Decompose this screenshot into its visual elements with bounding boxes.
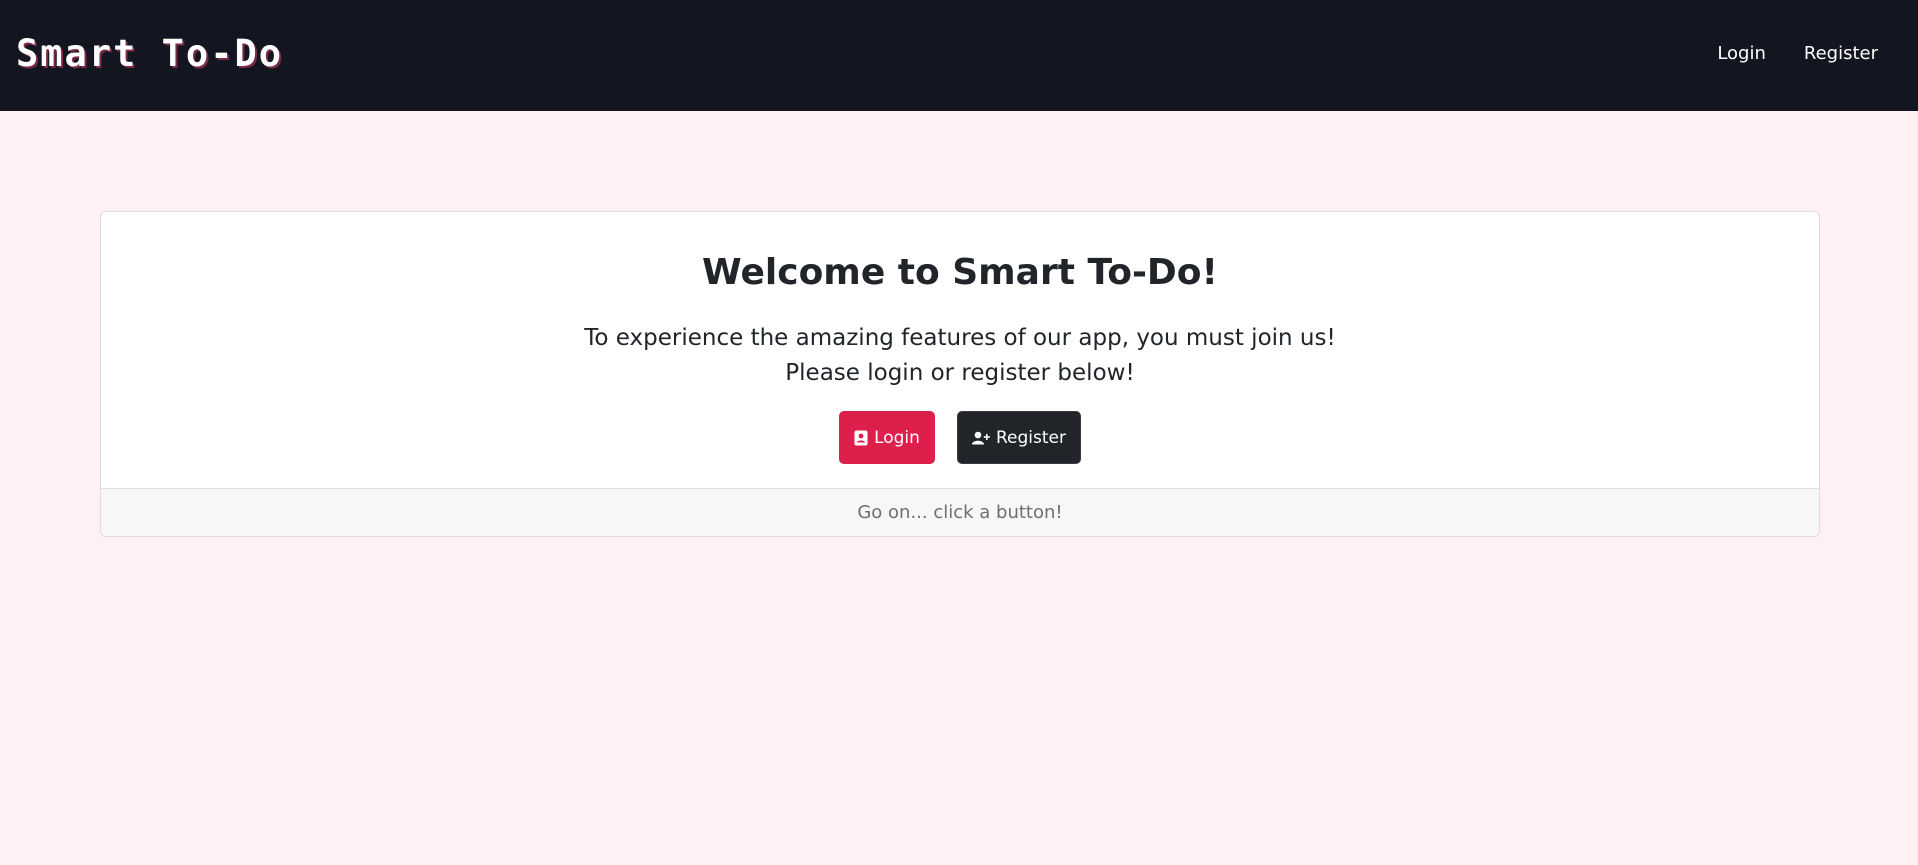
navbar: Smart To-Do Login Register <box>0 0 1918 111</box>
welcome-text-line2: Please login or register below! <box>785 360 1135 386</box>
register-button-label: Register <box>995 427 1066 448</box>
nav-links: Login Register <box>1717 40 1878 68</box>
brand-logo[interactable]: Smart To-Do <box>16 30 283 78</box>
page-title: Welcome to Smart To-Do! <box>702 252 1218 293</box>
welcome-text: To experience the amazing features of ou… <box>101 321 1819 391</box>
nav-register-link[interactable]: Register <box>1804 40 1878 68</box>
card-body: Welcome to Smart To-Do! To experience th… <box>101 212 1819 488</box>
login-button[interactable]: Login <box>839 411 935 464</box>
card-footer: Go on... click a button! <box>101 488 1819 536</box>
user-plus-icon <box>971 431 990 445</box>
button-row: Login Register <box>101 411 1819 464</box>
register-button[interactable]: Register <box>956 411 1081 464</box>
welcome-text-line1: To experience the amazing features of ou… <box>584 325 1336 351</box>
login-button-label: Login <box>874 427 920 448</box>
welcome-card: Welcome to Smart To-Do! To experience th… <box>100 211 1820 537</box>
address-card-icon <box>854 430 868 446</box>
nav-login-link[interactable]: Login <box>1717 40 1766 68</box>
